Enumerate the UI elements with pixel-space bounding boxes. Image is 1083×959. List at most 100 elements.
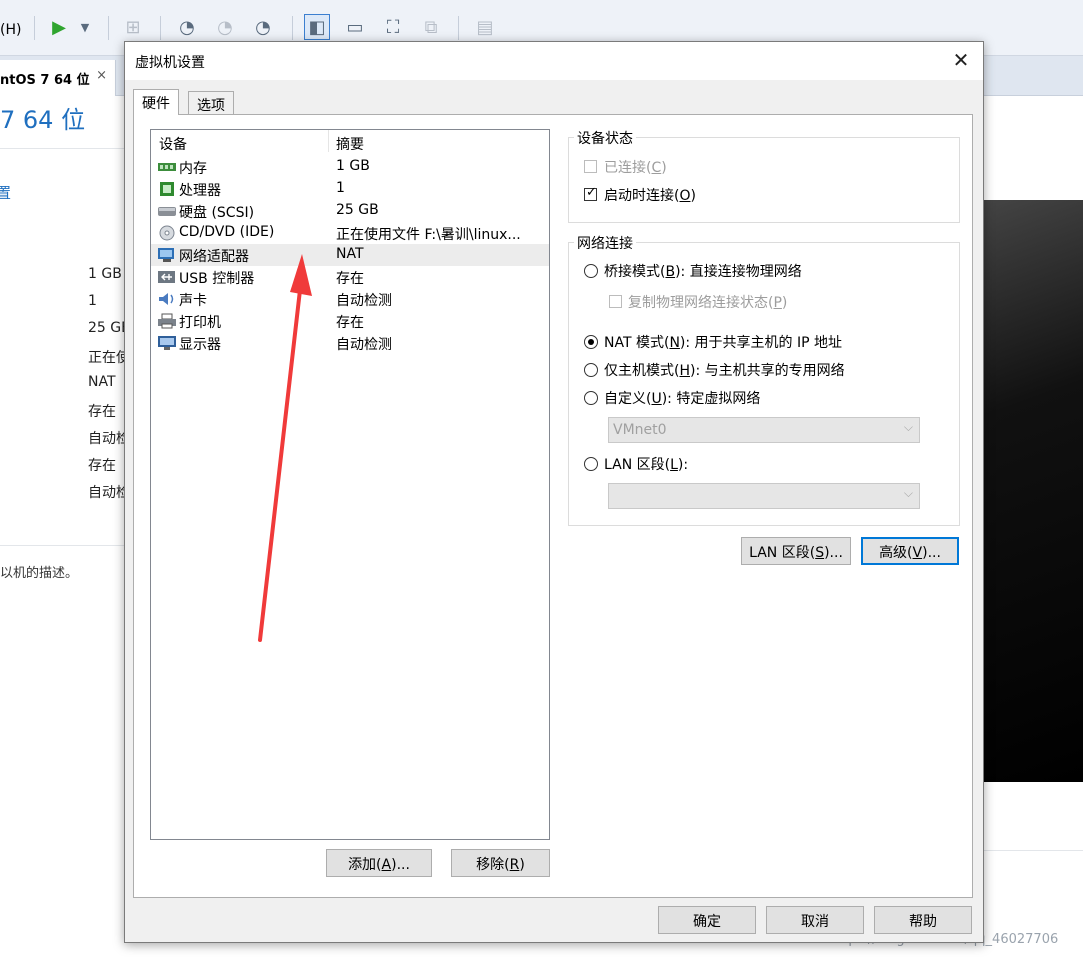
device-name: 显示器: [179, 337, 221, 353]
sidebar-view-icon[interactable]: ◧: [304, 14, 330, 40]
device-summary: 正在使用文件 F:\暑训\linux...: [336, 227, 521, 243]
tab-options[interactable]: 选项: [188, 91, 234, 115]
close-icon[interactable]: ×: [96, 68, 107, 83]
device-summary: 自动检测: [336, 293, 392, 309]
cd-dvd-icon: [157, 225, 177, 241]
divider: [0, 148, 124, 149]
device-summary: 自动检测: [336, 337, 392, 353]
connected-checkbox[interactable]: [584, 160, 597, 173]
replicate-state-checkbox[interactable]: [609, 295, 622, 308]
device-status-group: [568, 137, 960, 223]
cancel-button[interactable]: 取消: [766, 906, 864, 934]
usb-icon: [157, 269, 177, 285]
device-summary: 25 GB: [336, 202, 379, 218]
device-name: CD/DVD (IDE): [179, 224, 275, 240]
lan-segment-label: LAN 区段(L):: [604, 457, 689, 473]
device-row[interactable]: CD/DVD (IDE) 正在使用文件 F:\暑训\linux...: [151, 222, 549, 244]
device-row[interactable]: 硬盘 (SCSI) 25 GB: [151, 200, 549, 222]
revert-snapshot-icon[interactable]: ◔: [212, 14, 238, 40]
tab-hardware[interactable]: 硬件: [133, 89, 179, 115]
hard-disk-icon: [157, 203, 177, 219]
edit-settings-link[interactable]: 置: [0, 182, 11, 203]
snapshot-icon[interactable]: ◔: [174, 14, 200, 40]
library-icon[interactable]: ▤: [472, 14, 498, 40]
device-summary: 1: [336, 180, 345, 196]
ok-button[interactable]: 确定: [658, 906, 756, 934]
advanced-button[interactable]: 高级(V)...: [861, 537, 959, 565]
device-name: 硬盘 (SCSI): [179, 205, 255, 221]
snapshot-manager-icon[interactable]: ◔: [250, 14, 276, 40]
vm-title: 7 64 位: [0, 106, 86, 134]
remove-device-button[interactable]: 移除(R): [451, 849, 550, 877]
help-menu-label[interactable]: (H): [0, 22, 21, 38]
device-name: USB 控制器: [179, 271, 255, 287]
device-name: 处理器: [179, 183, 221, 199]
device-row[interactable]: USB 控制器 存在: [151, 266, 549, 288]
summary-value: 存在: [88, 404, 116, 420]
custom-radio[interactable]: [584, 391, 598, 405]
divider: [0, 545, 124, 546]
replicate-state-label: 复制物理网络连接状态(P): [628, 295, 788, 311]
device-row[interactable]: 打印机 存在: [151, 310, 549, 332]
chevron-down-icon: ⌵: [903, 420, 913, 434]
device-summary: 存在: [336, 271, 364, 287]
summary-value: NAT: [88, 374, 116, 390]
chevron-down-icon[interactable]: ▼: [72, 14, 98, 40]
close-icon[interactable]: ✕: [949, 48, 973, 72]
vm-tab[interactable]: ntOS 7 64 位 ×: [0, 60, 116, 96]
custom-network-select[interactable]: VMnet0 ⌵: [608, 417, 920, 443]
processor-icon: [157, 181, 177, 197]
dialog-titlebar: 虚拟机设置 ✕: [125, 42, 983, 80]
device-row[interactable]: 网络适配器 NAT: [151, 244, 549, 266]
device-name: 内存: [179, 161, 207, 177]
bridged-label: 桥接模式(B): 直接连接物理网络: [604, 264, 802, 280]
bridged-radio[interactable]: [584, 264, 598, 278]
network-connection-title: 网络连接: [574, 233, 636, 253]
host-only-radio[interactable]: [584, 363, 598, 377]
device-status-title: 设备状态: [574, 128, 636, 148]
unity-icon[interactable]: ⧉: [418, 14, 444, 40]
device-list-header: 设备 摘要: [151, 130, 549, 154]
device-row[interactable]: 声卡 自动检测: [151, 288, 549, 310]
display-icon: [157, 335, 177, 351]
checkmark-icon: ✓: [586, 185, 597, 200]
vm-description[interactable]: 以机的描述。: [0, 562, 78, 581]
lan-segment-radio[interactable]: [584, 457, 598, 471]
add-device-button[interactable]: 添加(A)...: [326, 849, 432, 877]
device-row[interactable]: 内存 1 GB: [151, 156, 549, 178]
annotation-arrow-icon: [258, 254, 312, 642]
column-header-device[interactable]: 设备: [159, 134, 187, 154]
vm-console-preview[interactable]: [984, 200, 1083, 782]
power-on-icon[interactable]: ▶: [46, 14, 72, 40]
device-name: 声卡: [179, 293, 207, 309]
network-icon[interactable]: ⊞: [120, 14, 146, 40]
device-summary: 1 GB: [336, 158, 370, 174]
sound-card-icon: [157, 291, 177, 307]
device-row[interactable]: 显示器 自动检测: [151, 332, 549, 354]
printer-icon: [157, 313, 177, 329]
nat-radio[interactable]: [584, 335, 598, 349]
connect-at-power-on-checkbox[interactable]: ✓: [584, 185, 597, 201]
divider: [984, 850, 1083, 851]
custom-label: 自定义(U): 特定虚拟网络: [604, 391, 761, 407]
device-summary: NAT: [336, 246, 364, 262]
help-button[interactable]: 帮助: [874, 906, 972, 934]
console-view-icon[interactable]: ▭: [342, 14, 368, 40]
summary-value: 1: [88, 293, 97, 309]
connect-at-power-on-label: 启动时连接(O): [604, 188, 696, 204]
host-only-label: 仅主机模式(H): 与主机共享的专用网络: [604, 363, 845, 379]
device-list[interactable]: 设备 摘要 内存 1 GB 处理器 1 硬盘 (SCSI) 25 GB CD/DVD (ID…: [150, 129, 550, 840]
lan-segment-select[interactable]: ⌵: [608, 483, 920, 509]
device-row[interactable]: 处理器 1: [151, 178, 549, 200]
dialog-title: 虚拟机设置: [135, 55, 205, 71]
nat-label: NAT 模式(N): 用于共享主机的 IP 地址: [604, 335, 843, 351]
device-name: 打印机: [179, 315, 221, 331]
network-adapter-icon: [157, 247, 177, 263]
custom-network-value: VMnet0: [613, 422, 667, 438]
lan-segments-button[interactable]: LAN 区段(S)...: [741, 537, 851, 565]
device-name: 网络适配器: [179, 249, 249, 265]
summary-value: 1 GB: [88, 266, 122, 282]
fullscreen-icon[interactable]: ⛶: [380, 14, 406, 40]
column-header-summary[interactable]: 摘要: [336, 134, 364, 154]
chevron-down-icon: ⌵: [903, 486, 913, 500]
